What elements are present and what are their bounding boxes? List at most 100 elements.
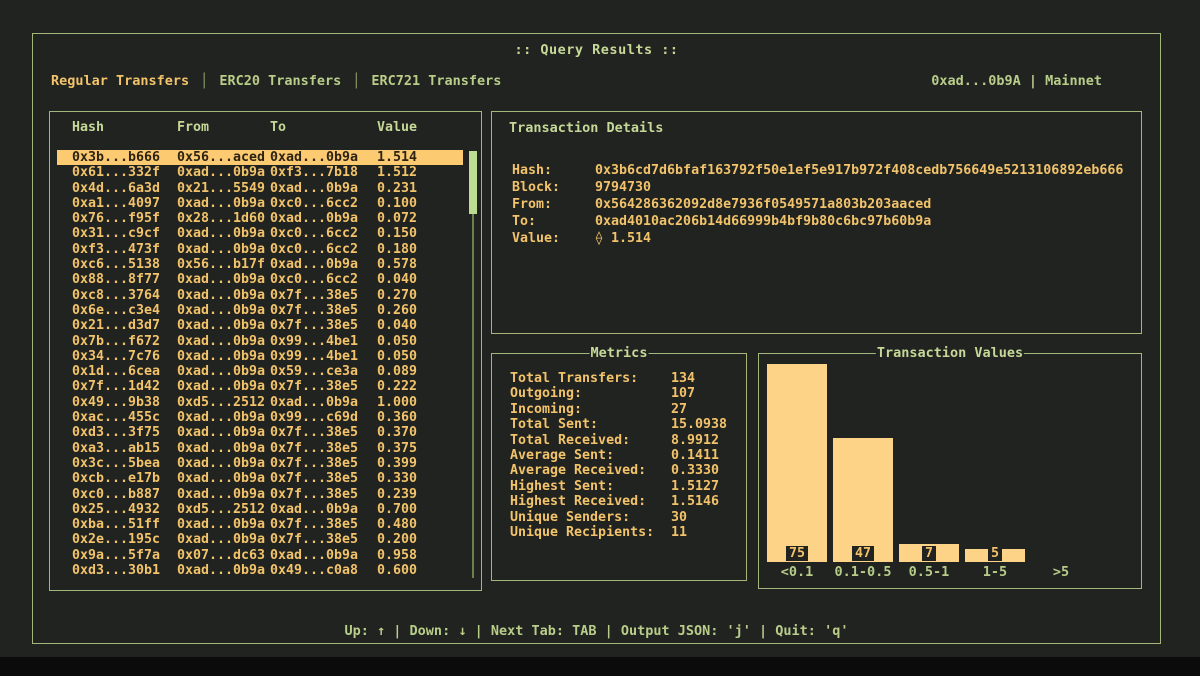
table-row[interactable]: 0xba...51ff0xad...0b9a0x7f...38e50.480 [57,517,463,532]
detail-value: 0x3b6cd7d6bfaf163792f50e1ef5e917b972f408… [595,162,1123,179]
table-row[interactable]: 0xa1...40970xad...0b9a0xc0...6cc20.100 [57,196,463,211]
table-header-row: HashFromToValue [57,120,463,135]
table-row[interactable]: 0x25...49320xd5...25120xad...0b9a0.700 [57,502,463,517]
cell-hash: 0x4d...6a3d [72,181,177,196]
wallet-indicator: 0xad...0b9A | Mainnet [931,73,1102,89]
metric-row: Highest Received:1.5146 [492,494,746,509]
table-row[interactable]: 0x3c...5bea0xad...0b9a0x7f...38e50.399 [57,456,463,471]
cell-to: 0xad...0b9a [270,395,377,410]
metric-value: 30 [671,510,687,525]
cell-from: 0xad...0b9a [177,471,270,486]
cell-to: 0xc0...6cc2 [270,242,377,257]
column-header-hash: Hash [72,120,177,135]
metrics-panel: Metrics Total Transfers:134Outgoing:107I… [491,353,747,581]
cell-hash: 0xba...51ff [72,517,177,532]
cell-to: 0xad...0b9a [270,548,377,563]
table-row[interactable]: 0x9a...5f7a0x07...dc630xad...0b9a0.958 [57,548,463,563]
tab-erc20-transfers[interactable]: ERC20 Transfers [219,73,341,89]
table-row[interactable]: 0x4d...6a3d0x21...55490xad...0b9a0.231 [57,181,463,196]
cell-to: 0x59...ce3a [270,364,377,379]
cell-to: 0xad...0b9a [270,211,377,226]
cell-hash: 0xc6...5138 [72,257,177,272]
table-row[interactable]: 0xc6...51380x56...b17f0xad...0b9a0.578 [57,257,463,272]
metrics-title: Metrics [590,345,649,361]
metric-row: Unique Recipients:11 [492,525,746,540]
table-row[interactable]: 0xf3...473f0xad...0b9a0xc0...6cc20.180 [57,242,463,257]
cell-value: 0.330 [377,471,463,486]
cell-hash: 0x3c...5bea [72,456,177,471]
table-row[interactable]: 0xac...455c0xad...0b9a0x99...c69d0.360 [57,410,463,425]
table-row[interactable]: 0x1d...6cea0xad...0b9a0x59...ce3a0.089 [57,364,463,379]
table-row[interactable]: 0xd3...30b10xad...0b9a0x49...c0a80.600 [57,563,463,578]
metric-row: Outgoing:107 [492,386,746,401]
table-row[interactable]: 0xd3...3f750xad...0b9a0x7f...38e50.370 [57,425,463,440]
table-row[interactable]: 0x3b...b6660x56...aced0xad...0b9a1.514 [57,150,463,165]
cell-to: 0x7f...38e5 [270,517,377,532]
tab-separator: │ [352,73,360,89]
bar-count-label: 47 [852,546,874,561]
cell-value: 0.180 [377,242,463,257]
details-title: Transaction Details [509,120,663,136]
scrollbar-track[interactable] [472,151,474,578]
metric-label: Highest Received: [510,494,646,509]
bottom-bezel [0,657,1200,676]
table-row[interactable]: 0x21...d3d70xad...0b9a0x7f...38e50.040 [57,318,463,333]
table-row[interactable]: 0x6e...c3e40xad...0b9a0x7f...38e50.260 [57,303,463,318]
detail-label: Hash: [512,162,552,179]
cell-hash: 0xac...455c [72,410,177,425]
table-row[interactable]: 0x31...c9cf0xad...0b9a0xc0...6cc20.150 [57,226,463,241]
cell-value: 0.958 [377,548,463,563]
table-row[interactable]: 0x49...9b380xd5...25120xad...0b9a1.000 [57,395,463,410]
cell-from: 0xad...0b9a [177,303,270,318]
table-row[interactable]: 0x7f...1d420xad...0b9a0x7f...38e50.222 [57,379,463,394]
table-row[interactable]: 0x34...7c760xad...0b9a0x99...4be10.050 [57,349,463,364]
detail-field: Hash: 0x3b6cd7d6bfaf163792f50e1ef5e917b97… [492,162,1141,179]
table-row[interactable]: 0xa3...ab150xad...0b9a0x7f...38e50.375 [57,441,463,456]
cell-to: 0xad...0b9a [270,150,377,165]
cell-value: 0.040 [377,272,463,287]
cell-value: 0.370 [377,425,463,440]
table-row[interactable]: 0x61...332f0xad...0b9a0xf3...7b181.512 [57,165,463,180]
table-row[interactable]: 0x76...f95f0x28...1d600xad...0b9a0.072 [57,211,463,226]
cell-value: 1.000 [377,395,463,410]
metric-value: 1.5127 [671,479,719,494]
table-row[interactable]: 0xc0...b8870xad...0b9a0x7f...38e50.239 [57,487,463,502]
table-row[interactable]: 0x2e...195c0xad...0b9a0x7f...38e50.200 [57,532,463,547]
x-axis-label: <0.1 [764,564,830,580]
table-row[interactable]: 0x7b...f6720xad...0b9a0x99...4be10.050 [57,334,463,349]
cell-to: 0x7f...38e5 [270,471,377,486]
metric-row: Average Sent:0.1411 [492,448,746,463]
tab-erc721-transfers[interactable]: ERC721 Transfers [371,73,501,89]
cell-hash: 0x76...f95f [72,211,177,226]
cell-value: 0.600 [377,563,463,578]
cell-value: 0.100 [377,196,463,211]
cell-to: 0x99...c69d [270,410,377,425]
window-title: :: Query Results :: [33,42,1160,58]
cell-from: 0xad...0b9a [177,349,270,364]
table-row[interactable]: 0xc8...37640xad...0b9a0x7f...38e50.270 [57,288,463,303]
cell-from: 0x07...dc63 [177,548,270,563]
cell-to: 0x99...4be1 [270,334,377,349]
cell-hash: 0xd3...30b1 [72,563,177,578]
cell-value: 0.072 [377,211,463,226]
cell-hash: 0xcb...e17b [72,471,177,486]
wallet-address: 0xad...0b9A [931,73,1020,89]
cell-hash: 0xa3...ab15 [72,441,177,456]
cell-from: 0xad...0b9a [177,334,270,349]
cell-hash: 0x49...9b38 [72,395,177,410]
cell-from: 0xad...0b9a [177,563,270,578]
table-row[interactable]: 0x88...8f770xad...0b9a0xc0...6cc20.040 [57,272,463,287]
tab-regular-transfers[interactable]: Regular Transfers [51,73,189,89]
cell-from: 0xad...0b9a [177,364,270,379]
cell-hash: 0xd3...3f75 [72,425,177,440]
cell-from: 0xad...0b9a [177,165,270,180]
cell-to: 0xad...0b9a [270,257,377,272]
x-axis-label: >5 [1028,564,1094,580]
table-row[interactable]: 0xcb...e17b0xad...0b9a0x7f...38e50.330 [57,471,463,486]
cell-hash: 0x61...332f [72,165,177,180]
scrollbar-thumb[interactable] [469,151,477,214]
cell-to: 0xc0...6cc2 [270,226,377,241]
cell-hash: 0x88...8f77 [72,272,177,287]
cell-to: 0x7f...38e5 [270,425,377,440]
x-axis-label: 0.5-1 [896,564,962,580]
